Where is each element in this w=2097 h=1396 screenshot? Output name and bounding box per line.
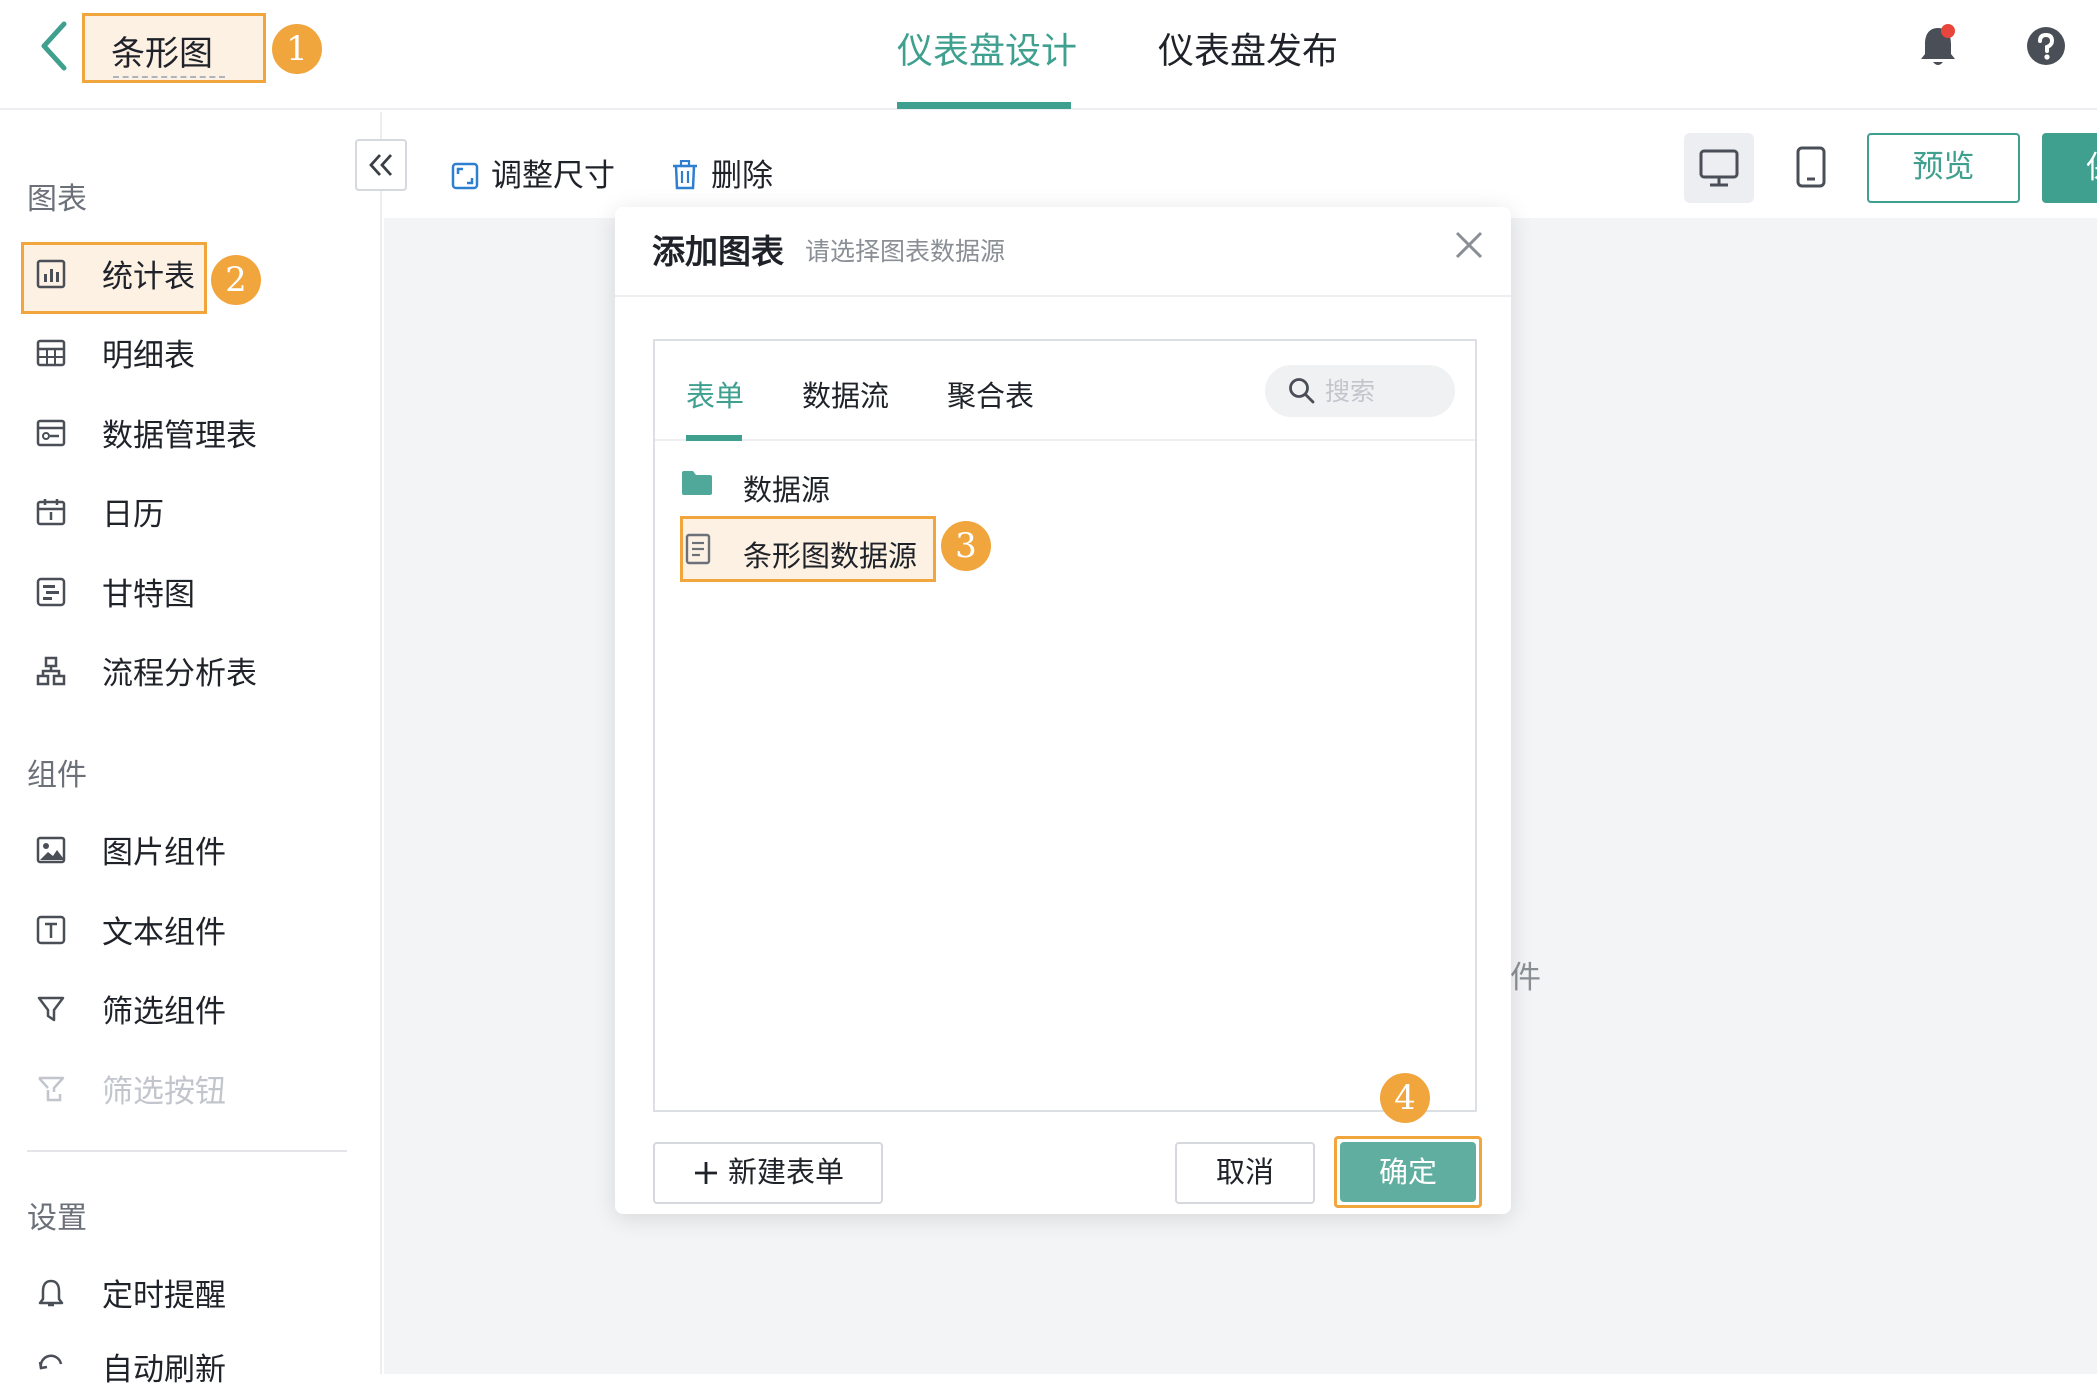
step-badge-3: 3	[941, 521, 991, 571]
table-icon	[36, 339, 66, 367]
delete-label: 删除	[711, 158, 773, 194]
dialog-title: 添加图表	[652, 232, 784, 271]
image-icon	[36, 836, 66, 864]
sidebar-divider	[27, 1150, 347, 1152]
flow-icon	[36, 656, 66, 686]
title-underline	[113, 76, 225, 78]
search-box[interactable]	[1265, 365, 1455, 417]
dashboard-title-field[interactable]: 条形图	[82, 13, 266, 83]
sidebar-item-label: 筛选按钮	[102, 1074, 226, 1110]
notification-button[interactable]	[1918, 22, 1958, 72]
collapse-sidebar-button[interactable]	[355, 139, 407, 191]
sidebar-item-label: 流程分析表	[102, 656, 257, 692]
sidebar-item-label: 图片组件	[102, 835, 226, 871]
active-tab-indicator	[897, 102, 1071, 109]
search-input[interactable]	[1325, 373, 1445, 409]
back-button[interactable]	[34, 18, 74, 74]
trash-icon	[673, 159, 697, 190]
datasource-panel: 表单 数据流 聚合表 数据源 条形图数据源 3	[653, 339, 1477, 1112]
publish-button[interactable]: 保存	[2042, 133, 2097, 203]
tab-dashboard-publish[interactable]: 仪表盘发布	[1158, 22, 1338, 74]
confirm-button[interactable]: 确定	[1340, 1142, 1476, 1202]
resize-button[interactable]: 调整尺寸	[451, 150, 615, 195]
filter-icon	[37, 996, 65, 1022]
bell-outline-icon	[38, 1279, 64, 1307]
sidebar-section-charts: 图表	[27, 182, 87, 217]
sidebar-item-label: 自动刷新	[102, 1352, 226, 1388]
filter-button-icon	[38, 1076, 65, 1102]
add-chart-dialog: 添加图表 请选择图表数据源 表单 数据流 聚合表 数据源 条形图数据源 3	[615, 207, 1511, 1214]
dialog-subtitle: 请选择图表数据源	[805, 237, 1006, 266]
top-bar: 条形图 1 仪表盘设计 仪表盘发布	[0, 0, 2097, 110]
tab-forms[interactable]: 表单	[686, 373, 744, 415]
sidebar-item-label: 统计表	[102, 259, 195, 295]
resize-label: 调整尺寸	[491, 158, 615, 194]
help-button[interactable]	[2026, 26, 2066, 70]
search-icon	[1289, 378, 1315, 404]
double-chevron-left-icon	[369, 154, 393, 176]
sidebar-item-label: 定时提醒	[102, 1278, 226, 1314]
active-tab-indicator	[686, 435, 742, 441]
tree-folder-label: 数据源	[743, 473, 831, 507]
datasource-tabs: 表单 数据流 聚合表	[655, 341, 1475, 441]
tablet-icon	[1796, 146, 1826, 188]
data-manage-icon	[36, 419, 66, 447]
desktop-view-button[interactable]	[1684, 133, 1754, 203]
form-doc-icon	[685, 533, 711, 565]
mobile-view-button[interactable]	[1776, 133, 1846, 203]
sidebar-section-components: 组件	[27, 758, 87, 793]
bell-icon	[1921, 24, 1955, 65]
sidebar-item-label: 筛选组件	[102, 994, 226, 1030]
sidebar-section-settings: 设置	[27, 1201, 87, 1236]
close-icon	[1455, 231, 1483, 259]
calendar-icon	[36, 499, 66, 526]
folder-icon	[682, 471, 712, 495]
chevron-left-icon	[41, 21, 67, 71]
plus-icon	[694, 1162, 717, 1184]
sidebar-item-label: 甘特图	[102, 577, 195, 613]
close-dialog-button[interactable]	[1449, 225, 1489, 265]
dialog-header: 添加图表 请选择图表数据源	[615, 207, 1511, 297]
desktop-icon	[1699, 149, 1739, 187]
new-form-label: 新建表单	[727, 1155, 844, 1189]
canvas-hint-text: 件	[1510, 960, 1541, 996]
resize-icon	[451, 162, 479, 190]
sidebar-item-label: 文本组件	[102, 915, 226, 951]
sidebar-item-label: 日历	[102, 497, 164, 533]
delete-button[interactable]: 删除	[671, 150, 773, 195]
text-icon	[36, 915, 66, 945]
sidebar-item-label: 明细表	[102, 338, 195, 374]
tree-item-label: 条形图数据源	[743, 539, 918, 573]
tab-dataflow[interactable]: 数据流	[802, 373, 889, 415]
sidebar-item-label: 数据管理表	[102, 418, 257, 454]
gantt-icon	[36, 577, 66, 607]
bar-chart-icon	[36, 259, 66, 289]
step-badge-4: 4	[1380, 1073, 1430, 1123]
new-form-button[interactable]: 新建表单	[653, 1142, 883, 1204]
help-icon	[2027, 27, 2065, 65]
refresh-icon	[38, 1354, 63, 1370]
step-badge-2: 2	[211, 255, 261, 305]
tab-dashboard-design[interactable]: 仪表盘设计	[897, 22, 1077, 74]
tab-aggregate-table[interactable]: 聚合表	[947, 373, 1034, 415]
preview-button[interactable]: 预览	[1867, 133, 2020, 203]
step-badge-1: 1	[272, 24, 322, 74]
cancel-button[interactable]: 取消	[1175, 1142, 1315, 1204]
dashboard-title: 条形图	[111, 34, 213, 74]
